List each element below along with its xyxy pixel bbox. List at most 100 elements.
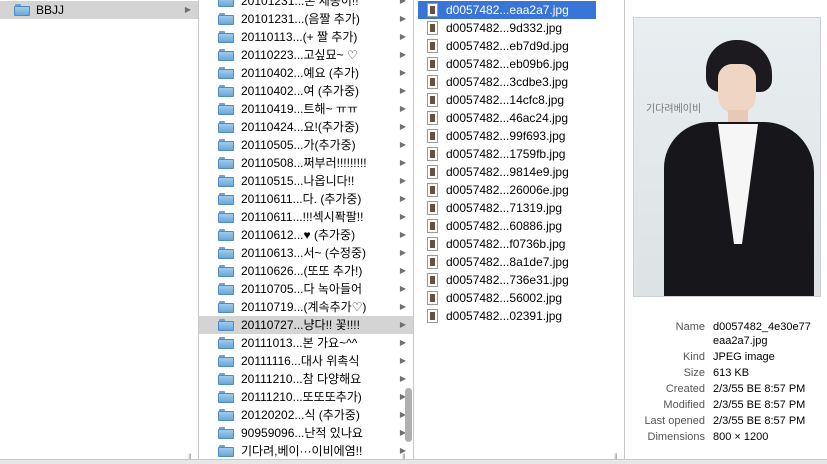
disclosure-triangle-icon: ▶ [399,302,406,311]
folder-row[interactable]: 20110613...서~ (수정중) ▶ [199,244,414,262]
file-row[interactable]: d0057482...14cfc8.jpg [418,91,596,109]
folder-row[interactable]: 기다려,베이···이비에염!! ▶ [199,442,414,460]
folder-row[interactable]: 20110223...고싶묘~ ♡ ▶ [199,46,414,64]
file-label: d0057482...02391.jpg [446,309,563,323]
folder-label: 20110613...서~ (수정중) [241,246,366,260]
folder-row[interactable]: 20111210...또또또추가) ▶ [199,388,414,406]
folder-row[interactable]: 20110611...!!!섹시퐉팔!! ▶ [199,208,414,226]
file-row[interactable]: d0057482...736e31.jpg [418,271,596,289]
file-label: d0057482...3cdbe3.jpg [446,75,569,89]
name-value-line2: eaa2a7.jpg [713,335,768,347]
disclosure-triangle-icon: ▶ [399,338,406,347]
jpeg-file-icon [427,3,438,17]
file-row[interactable]: d0057482...60886.jpg [418,217,596,235]
folder-row[interactable]: 20110113...(+ 짤 추가) ▶ [199,28,414,46]
disclosure-triangle-icon: ▶ [399,374,406,383]
file-row[interactable]: d0057482...9814e9.jpg [418,163,596,181]
folder-row[interactable]: 20110612...♥ (추가중) ▶ [199,226,414,244]
file-label: d0057482...eb09b6.jpg [446,57,569,71]
folder-row[interactable]: 20110424...요!(추가중) ▶ [199,118,414,136]
jpeg-file-icon [427,291,438,305]
jpeg-file-icon [427,147,438,161]
folder-icon [218,247,234,259]
folder-label: 20110113...(+ 짤 추가) [241,30,358,44]
jpeg-file-icon [427,237,438,251]
disclosure-triangle-icon: ▶ [399,248,406,257]
folder-row[interactable]: 20111116...대사 위촉식 ▶ [199,352,414,370]
disclosure-triangle-icon: ▶ [399,86,406,95]
folder-row[interactable]: 20111013...본 가요~^^ ▶ [199,334,414,352]
file-label: d0057482...eaa2a7.jpg [446,3,569,17]
preview-image: 기다려베이비 [633,17,821,297]
jpeg-file-icon [427,75,438,89]
folder-icon [218,49,234,61]
folder-row[interactable]: 20110508...쩌부러!!!!!!!!! ▶ [199,154,414,172]
folder-row[interactable]: 20101231...본 세송이!! ▶ [199,0,414,10]
file-row[interactable]: d0057482...99f693.jpg [418,127,596,145]
size-value: 613 KB [713,367,750,379]
folder-row[interactable]: 20120202...식 (추가중) ▶ [199,406,414,424]
folder-icon [218,67,234,79]
vertical-scrollbar[interactable] [405,388,412,442]
folder-row[interactable]: 20110611...다. (추가중) ▶ [199,190,414,208]
file-row[interactable]: d0057482...eb7d9d.jpg [418,37,596,55]
file-row[interactable]: d0057482...1759fb.jpg [418,145,596,163]
file-row[interactable]: d0057482...9d332.jpg [418,19,596,37]
file-row[interactable]: d0057482...02391.jpg [418,307,596,325]
folder-row[interactable]: 20110626...(또또 추가!) ▶ [199,262,414,280]
folder-row[interactable]: 20110402...예요 (추가) ▶ [199,64,414,82]
disclosure-triangle-icon: ▶ [399,266,406,275]
disclosure-triangle-icon: ▶ [399,194,406,203]
folder-row[interactable]: 20110515...나옵니다!! ▶ [199,172,414,190]
file-row[interactable]: d0057482...f0736b.jpg [418,235,596,253]
folder-row[interactable]: 90959096...난적 있나요 ▶ [199,424,414,442]
folder-row[interactable]: 20101231...(음짤 추가) ▶ [199,10,414,28]
folder-row[interactable]: 20110505...가(추가중) ▶ [199,136,414,154]
file-label: d0057482...46ac24.jpg [446,111,569,125]
file-row[interactable]: d0057482...3cdbe3.jpg [418,73,596,91]
folder-label: 20110505...가(추가중) [241,138,356,152]
folder-label: BBJJ [36,3,65,17]
window-bottom-bar [0,459,827,464]
preview-overlay-text: 기다려베이비 [646,104,702,115]
jpeg-file-icon [427,219,438,233]
file-row[interactable]: d0057482...71319.jpg [418,199,596,217]
file-label: d0057482...9d332.jpg [446,21,563,35]
folder-row-selected[interactable]: 20110727...냥다!! 꽃!!!! ▶ [199,316,414,334]
folder-label: 20110612...♥ (추가중) [241,228,356,242]
jpeg-file-icon [427,183,438,197]
file-row[interactable]: d0057482...eb09b6.jpg [418,55,596,73]
file-row-selected[interactable]: d0057482...eaa2a7.jpg [418,1,596,19]
folder-icon [218,175,234,187]
folder-row[interactable]: 20110719...(계속추가♡) ▶ [199,298,414,316]
folder-row[interactable]: 20110402...여 (추가중) ▶ [199,82,414,100]
disclosure-triangle-icon: ▶ [399,32,406,41]
file-label: d0057482...1759fb.jpg [446,147,566,161]
folder-row[interactable]: 20110705...다 녹아들어 ▶ [199,280,414,298]
disclosure-triangle-icon: ▶ [399,104,406,113]
folder-label: 20110611...다. (추가중) [241,192,362,206]
disclosure-triangle-icon: ▶ [399,50,406,59]
folder-label: 20110402...예요 (추가) [241,66,359,80]
folder-icon [218,409,234,421]
folder-row[interactable]: 20111210...참 다양해요 ▶ [199,370,414,388]
file-label: d0057482...736e31.jpg [446,273,569,287]
folder-row[interactable]: 20110419...트해~ ㅠㅠ ▶ [199,100,414,118]
file-row[interactable]: d0057482...56002.jpg [418,289,596,307]
file-row[interactable]: d0057482...8a1de7.jpg [418,253,596,271]
file-row[interactable]: d0057482...26006e.jpg [418,181,596,199]
file-label: d0057482...56002.jpg [446,291,563,305]
file-label: d0057482...14cfc8.jpg [446,93,565,107]
folder-icon [218,0,234,7]
folder-label: 20110727...냥다!! 꽃!!!! [241,318,360,332]
folder-label: 20110402...여 (추가중) [241,84,359,98]
folder-label: 20110626...(또또 추가!) [241,264,363,278]
disclosure-triangle-icon: ▶ [399,14,406,23]
folder-label: 20110223...고싶묘~ ♡ [241,48,358,62]
folder-row-selected[interactable]: BBJJ ▶ [0,1,199,19]
size-label: Size [683,367,705,379]
file-row[interactable]: d0057482...46ac24.jpg [418,109,596,127]
name-label: Name [675,321,705,333]
folder-icon [218,355,234,367]
file-label: d0057482...8a1de7.jpg [446,255,569,269]
